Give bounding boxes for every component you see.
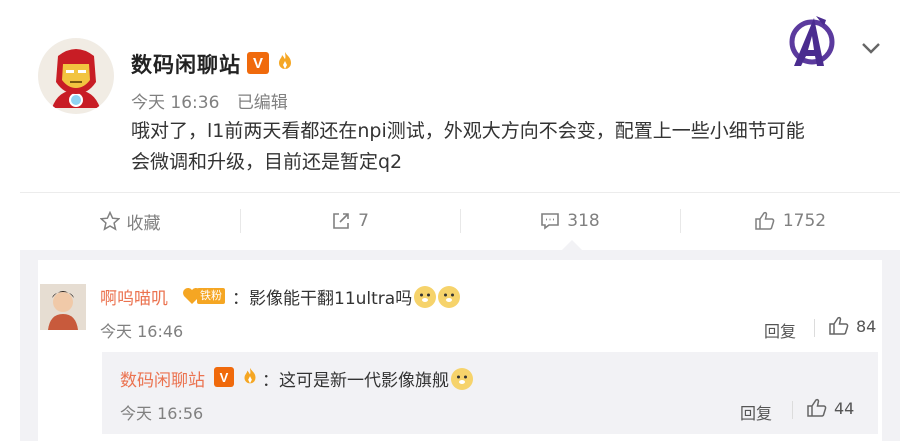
reply-like-count: 44 bbox=[834, 398, 855, 418]
comment-body: ：影像能干翻11ultra吗 bbox=[232, 284, 461, 309]
comment-text: 影像能干翻11ultra吗 bbox=[249, 289, 413, 309]
comment-icon bbox=[541, 213, 560, 230]
user-avatar[interactable] bbox=[38, 38, 114, 114]
fan-badge-label: 铁粉 bbox=[197, 288, 225, 304]
post-text-line: 哦对了，l1前两天看都还在npi测试，外观大方向不会变，配置上一些小细节可能 bbox=[131, 120, 805, 142]
repost-button[interactable]: 7 bbox=[240, 193, 460, 249]
post-text-line: 会微调和升级，目前还是暂定q2 bbox=[131, 151, 403, 173]
iron-man-avatar-icon bbox=[38, 38, 114, 114]
commenter-username[interactable]: 啊呜喵叽 bbox=[100, 284, 168, 309]
post-action-bar: 收藏 7 318 1752 bbox=[20, 192, 900, 249]
reply-time: 今天 16:56 bbox=[120, 404, 204, 423]
star-icon bbox=[99, 211, 120, 231]
doge-emoji-icon bbox=[451, 368, 473, 390]
fan-badge: 铁粉 bbox=[181, 286, 233, 306]
comment-like-button[interactable]: 84 bbox=[828, 316, 876, 336]
comment-like-count: 84 bbox=[856, 316, 877, 336]
reply-username[interactable]: 数码闲聊站 bbox=[120, 366, 205, 391]
reply-like-button[interactable]: 44 bbox=[806, 398, 854, 418]
comment-reply-button[interactable]: 回复 bbox=[764, 318, 796, 342]
post-time[interactable]: 今天 16:36 bbox=[131, 93, 219, 113]
like-button[interactable]: 1752 bbox=[680, 193, 900, 249]
divider bbox=[792, 401, 793, 419]
thumbs-up-icon bbox=[755, 211, 775, 230]
comments-pointer bbox=[562, 240, 582, 250]
reply-separator: ： bbox=[262, 371, 279, 391]
post-username[interactable]: 数码闲聊站 bbox=[131, 49, 241, 79]
weibo-post: 数码闲聊站 V 今天 16:36 已编辑 哦对了，l1前两天看都还在npi测试，… bbox=[0, 0, 919, 250]
super-fan-badge-icon bbox=[279, 52, 291, 69]
chevron-down-icon[interactable] bbox=[860, 40, 882, 56]
post-text: 哦对了，l1前两天看都还在npi测试，外观大方向不会变，配置上一些小细节可能 会… bbox=[131, 116, 891, 178]
favorite-button[interactable]: 收藏 bbox=[20, 193, 240, 249]
reply-body: ：这可是新一代影像旗舰 bbox=[262, 366, 473, 391]
avengers-logo-icon[interactable] bbox=[784, 14, 840, 70]
verified-badge: V bbox=[247, 52, 269, 74]
post-meta: 今天 16:36 已编辑 bbox=[131, 88, 300, 113]
thumbs-up-icon bbox=[829, 316, 849, 335]
divider bbox=[814, 319, 815, 337]
doge-emoji-icon bbox=[414, 286, 437, 308]
repost-count: 7 bbox=[358, 211, 369, 231]
doge-emoji-icon bbox=[438, 286, 461, 308]
super-fan-badge-icon bbox=[244, 367, 256, 384]
repost-icon bbox=[333, 213, 349, 229]
comment-count: 318 bbox=[567, 211, 600, 231]
commenter-photo-icon bbox=[40, 284, 86, 330]
comment-separator: ： bbox=[232, 289, 249, 309]
edited-label[interactable]: 已编辑 bbox=[237, 93, 288, 113]
commenter-avatar[interactable] bbox=[40, 284, 86, 330]
comment-time: 今天 16:46 bbox=[100, 322, 184, 341]
favorite-label: 收藏 bbox=[126, 213, 161, 234]
thumbs-up-icon bbox=[807, 398, 827, 417]
reply-text: 这可是新一代影像旗舰 bbox=[279, 371, 449, 391]
like-count: 1752 bbox=[782, 211, 827, 231]
verified-badge: V bbox=[214, 367, 234, 387]
reply-reply-button[interactable]: 回复 bbox=[740, 400, 772, 424]
